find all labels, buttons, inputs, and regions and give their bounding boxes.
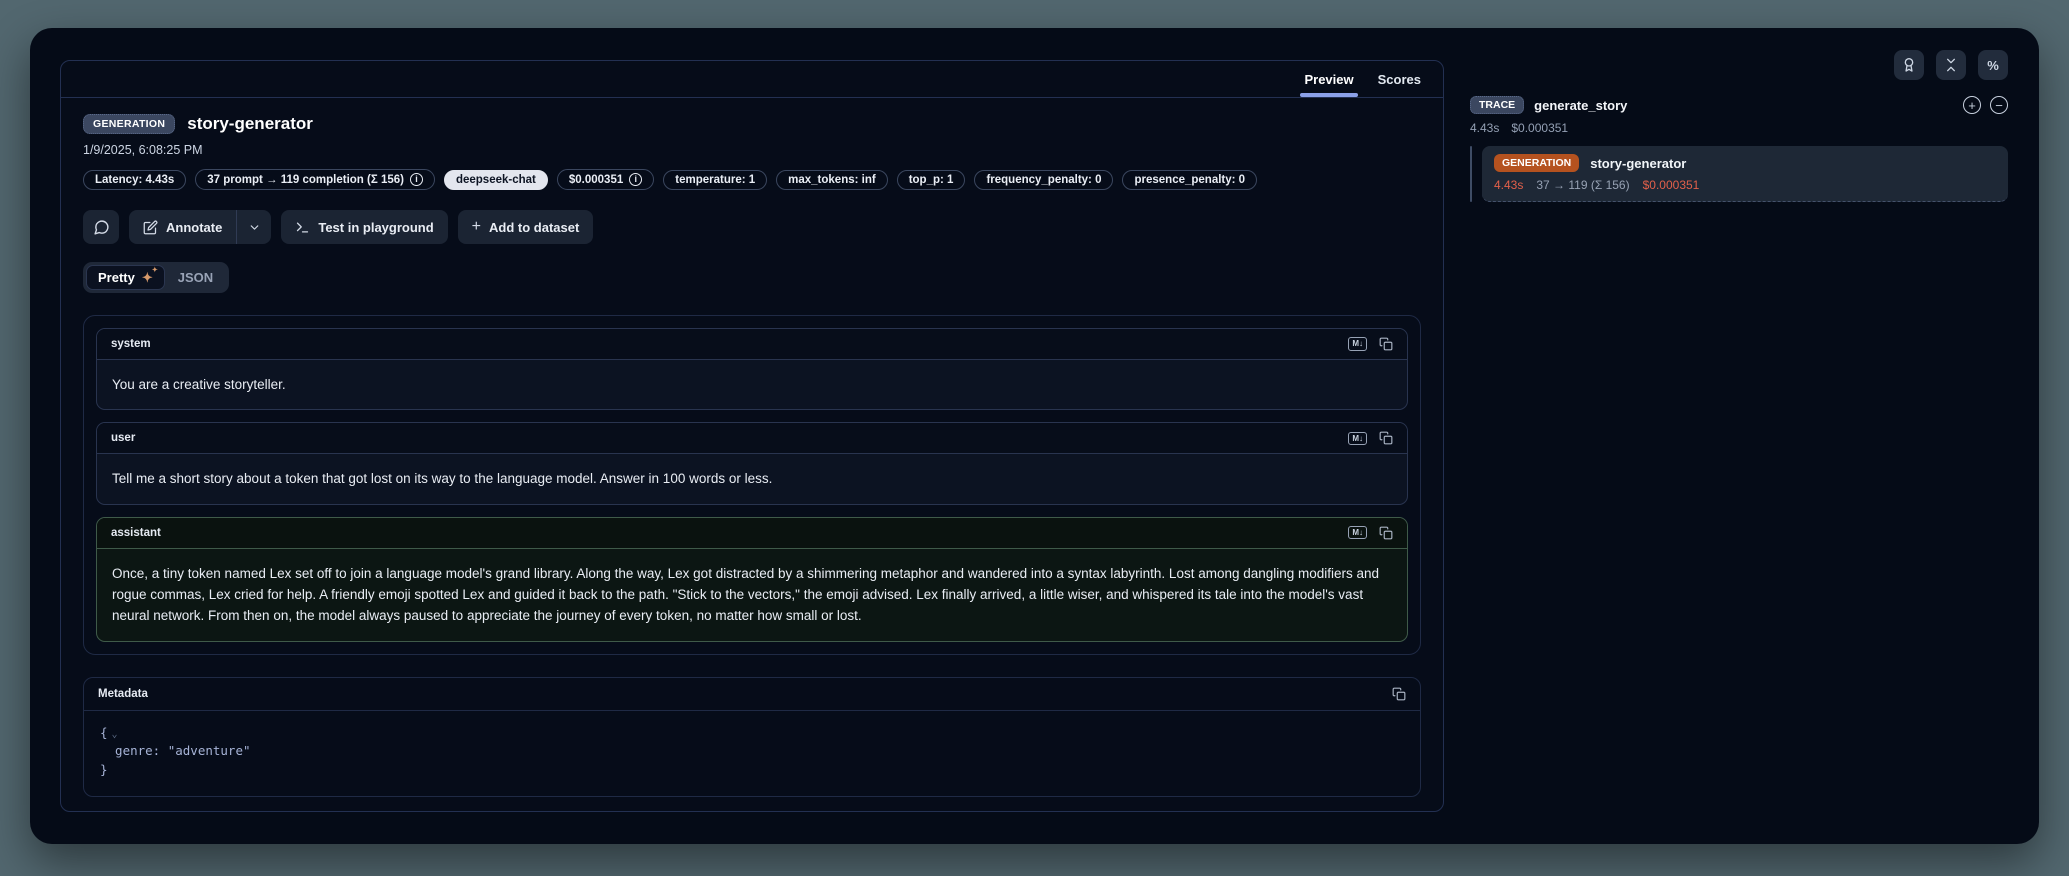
plus-icon: + [472,218,481,236]
info-icon[interactable]: i [410,173,423,186]
message-content: Tell me a short story about a token that… [97,454,1407,503]
top-p-pill: top_p: 1 [897,170,966,190]
model-pill[interactable]: deepseek-chat [444,170,548,190]
token-usage-label: 37 prompt → 119 completion (Σ 156) [207,174,404,186]
node-latency: 4.43s [1494,178,1523,192]
temperature-pill: temperature: 1 [663,170,767,190]
trace-name: generate_story [1534,98,1627,113]
comment-button[interactable] [83,210,119,244]
metadata-title: Metadata [98,688,148,700]
message-role: system [111,338,151,350]
app-window: Preview Scores GENERATION story-generato… [30,28,2039,844]
annotate-dropdown-button[interactable] [237,210,271,244]
assistant-message: assistant M↓ Once, a tiny token named Le… [96,517,1408,642]
page-title: story-generator [187,114,313,134]
message-role: assistant [111,527,161,539]
collapse-tree-button[interactable] [1936,50,1966,80]
annotate-scores-button[interactable] [1894,50,1924,80]
trace-metrics: 4.43s $0.000351 [1470,121,2008,135]
node-tokens: 37 → 119 (Σ 156) [1536,178,1629,192]
preview-tabs: Preview Scores [61,61,1443,98]
observation-preview-panel: Preview Scores GENERATION story-generato… [60,60,1444,812]
tree-guide-line [1470,146,1472,202]
observation-type-badge: GENERATION [83,114,175,134]
annotate-label: Annotate [166,220,222,235]
trace-cost: $0.000351 [1511,121,1568,135]
tree-node-story-generator[interactable]: GENERATION story-generator 4.43s 37 → 11… [1482,146,2008,202]
node-name: story-generator [1590,156,1686,171]
sidebar-actions: % [1470,50,2008,80]
annotate-button[interactable]: Annotate [129,210,236,244]
message-role: user [111,432,135,444]
percent-icon: % [1987,58,1999,73]
trace-latency: 4.43s [1470,121,1499,135]
award-icon [1901,57,1917,73]
frequency-penalty-pill: frequency_penalty: 0 [974,170,1113,190]
messages-container: system M↓ You are a creative storyteller… [83,315,1421,655]
observation-timestamp: 1/9/2025, 6:08:25 PM [83,143,1421,157]
metadata-panel: Metadata { ⌄ genre: "adventure" } [83,677,1421,797]
pretty-view-tab[interactable]: Pretty ✦ [86,265,165,290]
cost-label: $0.000351 [569,174,623,186]
info-icon[interactable]: i [629,173,642,186]
latency-pill: Latency: 4.43s [83,170,186,190]
tab-preview[interactable]: Preview [1292,61,1365,97]
message-content: You are a creative storyteller. [97,360,1407,409]
collapse-all-icon[interactable]: − [1990,96,2008,114]
toggle-percent-button[interactable]: % [1978,50,2008,80]
observation-toolbar: Annotate [83,210,1421,244]
sparkles-icon: ✦ [142,271,153,284]
json-open-brace: { [100,725,108,740]
token-usage-pill[interactable]: 37 prompt → 119 completion (Σ 156) i [195,169,435,190]
trace-tree-sidebar: % TRACE generate_story + − 4.43s $0.0003… [1470,50,2008,202]
playground-label: Test in playground [318,220,433,235]
markdown-toggle-icon[interactable]: M↓ [1348,526,1367,540]
add-to-dataset-label: Add to dataset [489,220,579,235]
trace-root-row[interactable]: TRACE generate_story + − [1470,96,2008,114]
terminal-icon [295,220,310,235]
json-genre-line: genre: "adventure" [100,743,251,758]
markdown-toggle-icon[interactable]: M↓ [1348,337,1367,351]
trace-badge: TRACE [1470,96,1524,114]
presence-penalty-pill: presence_penalty: 0 [1122,170,1257,190]
generation-badge: GENERATION [1494,154,1579,172]
observation-pills: Latency: 4.43s 37 prompt → 119 completio… [83,169,1421,190]
playground-button[interactable]: Test in playground [281,210,447,244]
add-to-dataset-button[interactable]: + Add to dataset [458,210,594,244]
annotate-split-button: Annotate [129,210,271,244]
copy-icon[interactable] [1379,431,1393,445]
collapse-caret-icon[interactable]: ⌄ [112,729,118,740]
copy-icon[interactable] [1379,337,1393,351]
user-message: user M↓ Tell me a short story about a to… [96,422,1408,504]
pretty-label: Pretty [98,270,135,285]
metadata-json: { ⌄ genre: "adventure" } [84,711,1420,796]
tab-scores[interactable]: Scores [1366,61,1433,97]
message-content: Once, a tiny token named Lex set off to … [97,549,1407,641]
collapse-vertical-icon [1943,57,1959,73]
observation-content: GENERATION story-generator 1/9/2025, 6:0… [61,98,1443,797]
system-message: system M↓ You are a creative storyteller… [96,328,1408,410]
edit-icon [143,220,158,235]
view-mode-toggle: Pretty ✦ JSON [83,262,229,293]
cost-pill[interactable]: $0.000351 i [557,169,654,190]
comment-icon [93,219,110,236]
copy-icon[interactable] [1392,687,1406,701]
trace-tree: GENERATION story-generator 4.43s 37 → 11… [1470,146,2008,202]
node-cost: $0.000351 [1643,178,1700,192]
expand-all-icon[interactable]: + [1963,96,1981,114]
json-close-brace: } [100,762,108,777]
json-view-tab[interactable]: JSON [165,266,226,289]
copy-icon[interactable] [1379,526,1393,540]
max-tokens-pill: max_tokens: inf [776,170,888,190]
markdown-toggle-icon[interactable]: M↓ [1348,432,1367,446]
chevron-down-icon [248,221,261,234]
